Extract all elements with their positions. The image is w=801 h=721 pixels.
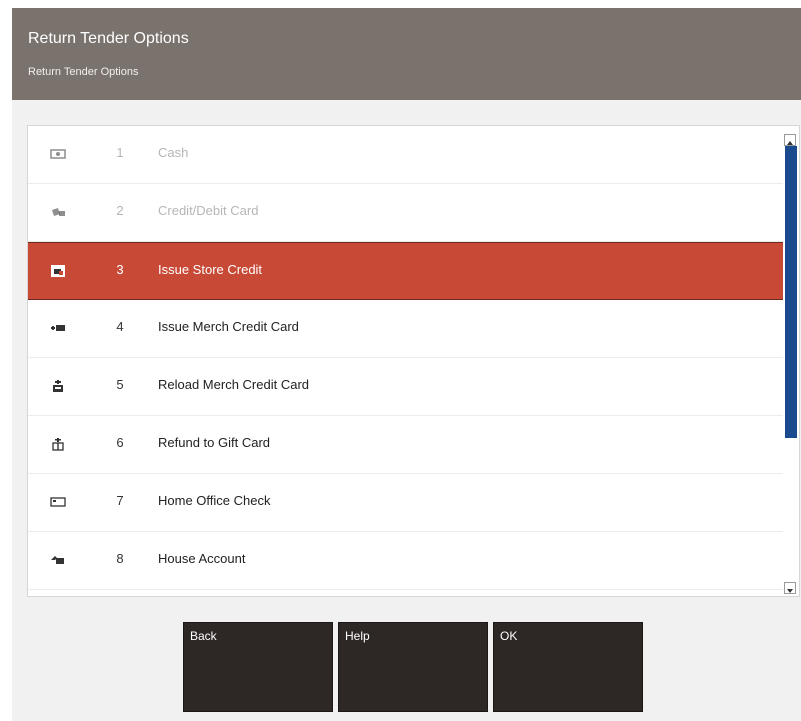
cash-icon xyxy=(50,149,66,159)
scroll-thumb[interactable] xyxy=(785,146,797,438)
screen: Return Tender Options Return Tender Opti… xyxy=(0,0,801,721)
item-label: House Account xyxy=(158,551,246,566)
list-item-house-account[interactable]: 8 House Account xyxy=(28,532,783,590)
help-button[interactable]: Help xyxy=(338,622,488,712)
ok-button[interactable]: OK xyxy=(493,622,643,712)
scroll-down-button[interactable] xyxy=(784,582,796,594)
item-number: 6 xyxy=(116,435,124,450)
scroll-up-button[interactable] xyxy=(784,134,796,146)
list-item-cash[interactable]: 1 Cash xyxy=(28,126,783,184)
house-account-icon xyxy=(51,556,64,564)
list-item-issue-store-credit[interactable]: 3 Issue Store Credit xyxy=(28,242,783,300)
dialog-header: Return Tender Options Return Tender Opti… xyxy=(12,8,801,100)
ok-button-label: OK xyxy=(500,629,518,643)
item-number: 1 xyxy=(116,145,124,160)
item-number: 3 xyxy=(116,262,124,277)
merch-card-icon xyxy=(51,325,65,331)
item-number: 8 xyxy=(116,551,124,566)
list-item-credit-debit-card[interactable]: 2 Credit/Debit Card xyxy=(28,184,783,242)
item-label: Issue Merch Credit Card xyxy=(158,319,299,334)
item-label: Issue Store Credit xyxy=(158,262,263,277)
item-label: Credit/Debit Card xyxy=(158,203,259,218)
item-number: 4 xyxy=(116,319,124,334)
credit-card-icon xyxy=(52,208,65,216)
return-tender-dialog: Return Tender Options Return Tender Opti… xyxy=(12,8,801,721)
store-credit-icon xyxy=(51,265,65,277)
dialog-title: Return Tender Options xyxy=(28,30,189,47)
item-number: 2 xyxy=(116,203,124,218)
list-item-issue-merch-credit-card[interactable]: 4 Issue Merch Credit Card xyxy=(28,300,783,358)
list-item-home-office-check[interactable]: 7 Home Office Check xyxy=(28,474,783,532)
back-button[interactable]: Back xyxy=(183,622,333,712)
help-button-label: Help xyxy=(345,629,370,643)
dialog-subtitle: Return Tender Options xyxy=(28,66,139,78)
reload-card-icon xyxy=(53,380,63,392)
tender-options-list: 1 Cash 2 Credit/Debit Card 3 Issue Store… xyxy=(27,125,800,597)
gift-card-icon xyxy=(52,438,64,451)
item-label: Home Office Check xyxy=(158,493,271,508)
check-icon xyxy=(50,497,66,507)
item-number: 5 xyxy=(116,377,124,392)
item-number: 7 xyxy=(116,493,124,508)
arrow-down-icon xyxy=(787,589,793,593)
back-button-label: Back xyxy=(190,629,217,643)
item-label: Refund to Gift Card xyxy=(158,435,270,450)
item-label: Cash xyxy=(158,145,189,160)
list-item-refund-to-gift-card[interactable]: 6 Refund to Gift Card xyxy=(28,416,783,474)
item-label: Reload Merch Credit Card xyxy=(158,377,310,392)
list-item-reload-merch-credit-card[interactable]: 5 Reload Merch Credit Card xyxy=(28,358,783,416)
list-scrollbar[interactable] xyxy=(784,134,798,596)
